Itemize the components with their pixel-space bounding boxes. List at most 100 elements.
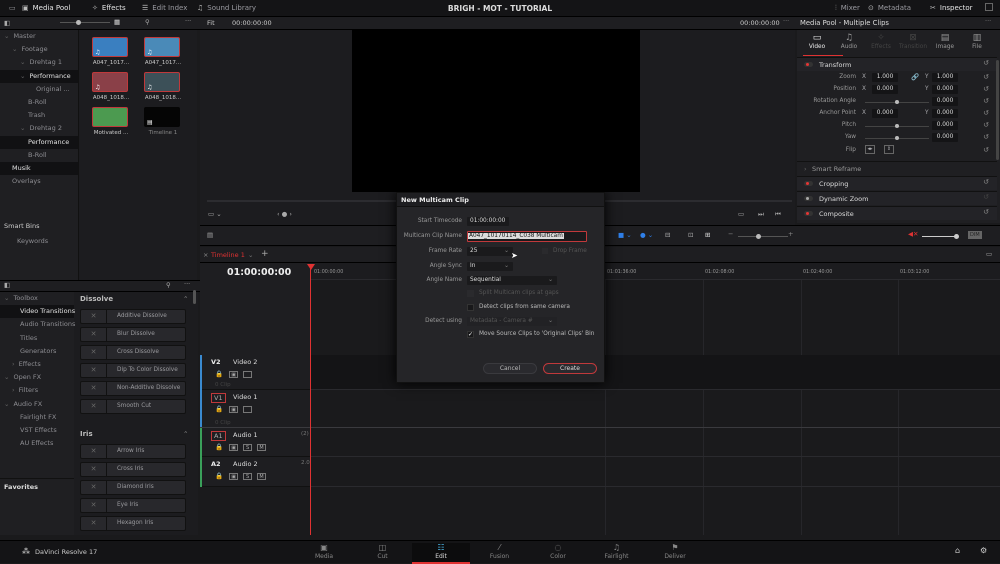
anchor-y-field[interactable]: 0.000 bbox=[932, 109, 958, 118]
reset-icon[interactable]: ↺ bbox=[983, 109, 989, 117]
effects-more-icon[interactable]: ··· bbox=[184, 280, 190, 288]
yaw-knob[interactable] bbox=[895, 136, 899, 140]
reset-icon[interactable]: ↺ bbox=[983, 85, 989, 93]
tree-item[interactable]: Audio Transitions bbox=[0, 318, 75, 331]
inspector-tab-video[interactable]: ▭ Video bbox=[801, 33, 833, 50]
topbar-edit-index-button[interactable]: ☰ Edit Index bbox=[142, 4, 187, 12]
effects-search-icon[interactable]: ⚲ bbox=[166, 281, 171, 289]
angle-name-select[interactable]: Sequential ⌄ bbox=[467, 276, 557, 285]
transition-item[interactable]: ✕ Diamond Iris bbox=[80, 480, 186, 495]
transition-item[interactable]: ✕ Arrow Iris bbox=[80, 444, 186, 459]
tree-item[interactable]: B-Roll bbox=[0, 149, 78, 162]
dim-button[interactable]: DIM bbox=[968, 231, 982, 239]
tab-dropdown-icon[interactable]: ⌄ bbox=[248, 251, 253, 259]
timeline-zoom-knob[interactable] bbox=[756, 234, 761, 239]
track-visibility-icon[interactable] bbox=[243, 405, 253, 413]
tree-item[interactable]: Titles bbox=[0, 332, 74, 345]
dynamic-zoom-toggle[interactable] bbox=[804, 196, 813, 201]
tree-item[interactable]: ⌄ Toolbox bbox=[0, 292, 74, 305]
settings-gear-icon[interactable]: ⚙ bbox=[980, 546, 987, 555]
topbar-inspector-button[interactable]: ✂ Inspector bbox=[930, 4, 973, 12]
position-y-field[interactable]: 0.000 bbox=[932, 85, 958, 94]
inspector-scrollbar[interactable] bbox=[996, 60, 999, 160]
zoom-out-icon[interactable]: − bbox=[728, 230, 733, 238]
expand-icon[interactable] bbox=[985, 3, 993, 11]
page-cut[interactable]: ◫ Cut bbox=[354, 543, 412, 564]
transform-toggle[interactable] bbox=[804, 62, 813, 67]
frame-rate-select[interactable]: 25 ⌄ bbox=[467, 247, 513, 256]
zoom-x-field[interactable]: 1.000 bbox=[872, 73, 898, 82]
tree-item[interactable]: Fairlight FX bbox=[0, 411, 74, 424]
tree-item[interactable]: AU Effects bbox=[0, 437, 74, 450]
prev-frame-icon[interactable]: ⏮ bbox=[775, 210, 781, 219]
transition-item[interactable]: ✕ Dip To Color Dissolve bbox=[80, 363, 186, 378]
cropping-group[interactable]: Cropping ↺ bbox=[797, 176, 997, 190]
link-icon[interactable]: 🔗 bbox=[911, 73, 919, 81]
track-lane-V1[interactable] bbox=[310, 390, 1000, 428]
page-color[interactable]: ◌ Color bbox=[529, 543, 587, 564]
move-source-checkbox[interactable]: ✓ bbox=[467, 331, 474, 338]
media-clip-thumbnail[interactable] bbox=[92, 107, 128, 127]
inspector-tab-image[interactable]: ▤ Image bbox=[929, 33, 961, 50]
composite-toggle[interactable] bbox=[804, 211, 813, 216]
zoom-custom-icon[interactable]: ⊞ bbox=[705, 231, 710, 239]
zoom-detail-icon[interactable]: ⊡ bbox=[688, 231, 693, 239]
cancel-button[interactable]: Cancel bbox=[483, 363, 537, 374]
page-fairlight[interactable]: ♫ Fairlight bbox=[588, 543, 646, 564]
page-media[interactable]: ▣ Media bbox=[295, 543, 353, 564]
tree-item[interactable]: Trash bbox=[0, 109, 78, 122]
reset-icon[interactable]: ↺ bbox=[983, 193, 989, 201]
viewer-layout-icon[interactable]: ▭ ⌄ bbox=[208, 210, 222, 218]
effects-sidebar-toggle-icon[interactable]: ◧ bbox=[4, 281, 10, 289]
marker-icon[interactable]: ● ⌄ bbox=[640, 231, 653, 239]
yaw-field[interactable]: 0.000 bbox=[932, 133, 958, 142]
media-clip-thumbnail[interactable]: ♫ bbox=[92, 37, 128, 57]
page-fusion[interactable]: ⁄ Fusion bbox=[471, 543, 529, 564]
lock-icon[interactable]: 🔒 bbox=[215, 370, 223, 378]
tree-item[interactable]: ⌄ Master bbox=[0, 30, 78, 43]
auto-select-icon[interactable]: ▣ bbox=[229, 405, 239, 413]
reset-icon[interactable]: ↺ bbox=[983, 121, 989, 129]
mute-button[interactable]: M bbox=[257, 443, 267, 451]
tree-item[interactable]: ⌄ Performance bbox=[0, 69, 78, 83]
lock-icon[interactable]: 🔒 bbox=[215, 405, 223, 413]
tree-item[interactable]: B-Roll bbox=[0, 96, 78, 109]
inspector-tab-file[interactable]: ▥ File bbox=[961, 33, 993, 50]
tree-item[interactable]: ⌄ Footage bbox=[0, 43, 78, 56]
auto-select-icon[interactable]: ▣ bbox=[229, 443, 239, 451]
tree-item[interactable]: Video Transitions bbox=[0, 305, 75, 319]
sidebar-toggle-icon[interactable]: ◧ bbox=[4, 19, 10, 27]
dynamic-zoom-group[interactable]: Dynamic Zoom ↺ bbox=[797, 191, 997, 205]
reset-icon[interactable]: ↺ bbox=[983, 133, 989, 141]
reset-icon[interactable]: ↺ bbox=[983, 97, 989, 105]
tree-item[interactable]: VST Effects bbox=[0, 424, 74, 437]
reset-icon[interactable]: ↺ bbox=[983, 59, 989, 67]
transition-item[interactable]: ✕ Smooth Cut bbox=[80, 399, 186, 414]
rotation-knob[interactable] bbox=[895, 100, 899, 104]
track-visibility-icon[interactable] bbox=[243, 370, 253, 378]
rotation-field[interactable]: 0.000 bbox=[932, 97, 958, 106]
volume-slider[interactable] bbox=[922, 236, 956, 237]
topbar-sound-library-button[interactable]: ♫ Sound Library bbox=[197, 4, 256, 12]
slider-knob[interactable] bbox=[76, 20, 81, 25]
transition-item[interactable]: ✕ Non-Additive Dissolve bbox=[80, 381, 186, 396]
media-clip-thumbnail[interactable]: ♫ bbox=[144, 72, 180, 92]
track-id[interactable]: A2 bbox=[211, 460, 221, 468]
pitch-knob[interactable] bbox=[895, 124, 899, 128]
composite-group[interactable]: Composite ↺ bbox=[797, 206, 997, 220]
tree-item[interactable]: ⌄ Drehtag 2 bbox=[0, 122, 78, 135]
inspector-tab-audio[interactable]: ♫ Audio bbox=[833, 33, 865, 50]
transition-item[interactable]: ✕ Eye Iris bbox=[80, 498, 186, 513]
split-gaps-checkbox[interactable] bbox=[467, 290, 474, 297]
home-icon[interactable]: ⌂ bbox=[955, 546, 960, 555]
lock-icon[interactable]: 🔒 bbox=[215, 443, 223, 451]
search-icon[interactable]: ⚲ bbox=[145, 18, 150, 26]
transition-item[interactable]: ✕ Blur Dissolve bbox=[80, 327, 186, 342]
media-clip-thumbnail[interactable]: ▤ bbox=[144, 107, 180, 127]
transform-group[interactable]: Transform ↺ bbox=[797, 57, 997, 71]
mute-icon[interactable]: ◀✕ bbox=[908, 230, 918, 238]
detect-using-select[interactable]: Metadata - Camera # ⌄ bbox=[467, 317, 557, 326]
reset-icon[interactable]: ↺ bbox=[983, 178, 989, 186]
lock-icon[interactable]: 🔒 bbox=[215, 472, 223, 480]
smart-reframe-group[interactable]: › Smart Reframe bbox=[797, 161, 997, 175]
